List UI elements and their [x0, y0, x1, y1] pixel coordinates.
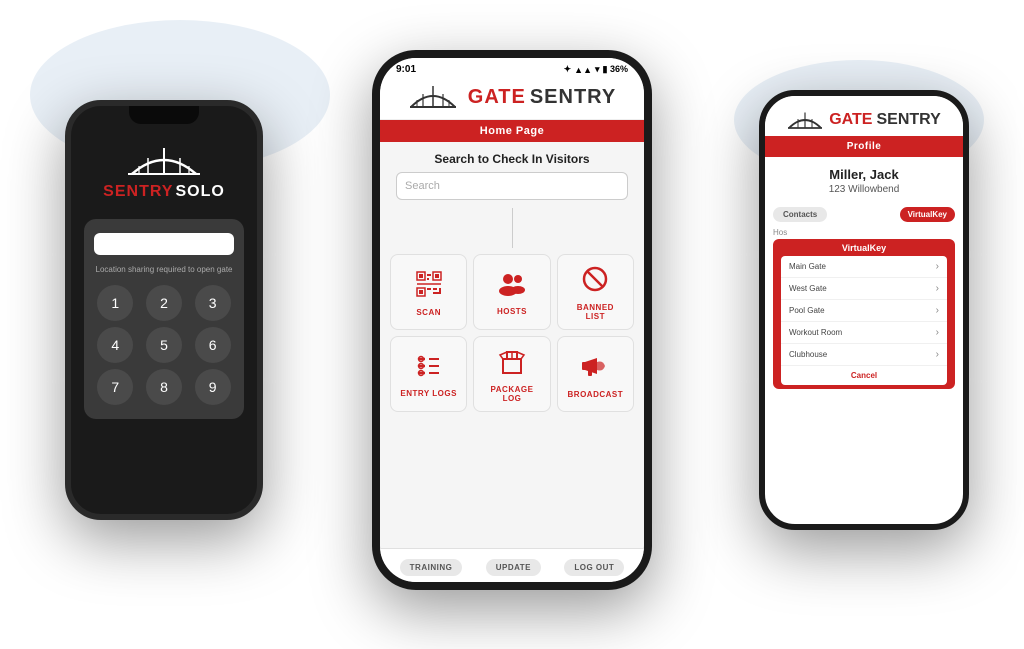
sentry-solo-brand: SENTRY SOLO: [103, 183, 225, 201]
vk-workout-room-label: Workout Room: [789, 328, 842, 337]
key-6[interactable]: 6: [195, 327, 231, 363]
hosts-icon: [497, 271, 527, 301]
search-title: Search to Check In Visitors: [380, 142, 644, 172]
sentry-label: SENTRY: [103, 183, 173, 201]
key-8[interactable]: 8: [146, 369, 182, 405]
phone-left: SENTRY SOLO Location sharing required to…: [65, 100, 263, 520]
app-tile-entry-logs[interactable]: ENTRY LOGS: [390, 336, 467, 412]
hosts-label: HOSTS: [497, 307, 527, 316]
right-sentry-label: SENTRY: [876, 111, 940, 129]
profile-info: Miller, Jack 123 Willowbend: [765, 157, 963, 201]
search-placeholder: Search: [405, 180, 440, 192]
vk-chevron-3: ›: [936, 305, 939, 316]
vk-item-workout-room[interactable]: Workout Room ›: [781, 322, 947, 344]
app-tile-broadcast[interactable]: BROADCAST: [557, 336, 634, 412]
wifi-icon: ▾: [595, 64, 600, 75]
search-box-container: Search: [380, 172, 644, 208]
gate-sentry-title: GATE SENTRY: [468, 86, 616, 109]
vk-main-gate-label: Main Gate: [789, 262, 826, 271]
profile-name: Miller, Jack: [773, 167, 955, 182]
logout-tab[interactable]: LOG OUT: [564, 559, 624, 576]
broadcast-icon: [581, 352, 609, 384]
battery-icon: ▮ 36%: [603, 64, 628, 75]
vk-item-west-gate[interactable]: West Gate ›: [781, 278, 947, 300]
bluetooth-icon: ✦: [564, 64, 572, 75]
right-gate-sentry: GATE SENTRY: [829, 111, 941, 129]
update-tab[interactable]: UPDATE: [486, 559, 541, 576]
key-3[interactable]: 3: [195, 285, 231, 321]
vk-item-pool-gate[interactable]: Pool Gate ›: [781, 300, 947, 322]
vk-clubhouse-label: Clubhouse: [789, 350, 827, 359]
key-4[interactable]: 4: [97, 327, 133, 363]
keypad-area: Location sharing required to open gate 1…: [84, 219, 244, 419]
vk-item-clubhouse[interactable]: Clubhouse ›: [781, 344, 947, 366]
sentry-label-center: SENTRY: [530, 86, 616, 109]
package-log-label: PACKAGELOG: [491, 385, 534, 403]
vk-chevron-4: ›: [936, 327, 939, 338]
signal-icon: ▲▲: [574, 65, 592, 75]
phone-center: 9:01 ✦ ▲▲ ▾ ▮ 36% GATE SENTRY: [372, 50, 652, 590]
time: 9:01: [396, 64, 416, 75]
tab-virtualkey[interactable]: VirtualKey: [900, 207, 955, 222]
vk-chevron-1: ›: [936, 261, 939, 272]
training-tab[interactable]: TRAINING: [400, 559, 463, 576]
left-logo-area: SENTRY SOLO: [103, 144, 225, 201]
vk-west-gate-label: West Gate: [789, 284, 827, 293]
key-9[interactable]: 9: [195, 369, 231, 405]
gate-label: GATE: [468, 86, 526, 109]
search-divider: [512, 208, 513, 248]
apps-grid: SCAN HOSTS: [380, 254, 644, 412]
entry-logs-icon: [415, 353, 443, 383]
key-7[interactable]: 7: [97, 369, 133, 405]
scan-icon: [415, 270, 443, 302]
entry-logs-label: ENTRY LOGS: [400, 389, 457, 398]
package-log-icon: [498, 347, 526, 379]
center-bridge-icon: [408, 83, 458, 111]
profile-tabs-row: Contacts VirtualKey: [765, 201, 963, 228]
virtualkey-panel: VirtualKey Main Gate › West Gate › Pool …: [773, 239, 955, 389]
keypad-input[interactable]: [94, 233, 234, 255]
left-bridge-icon: [124, 144, 204, 179]
profile-bar: Profile: [765, 136, 963, 157]
phone-right: GATE SENTRY Profile Miller, Jack 123 Wil…: [759, 90, 969, 530]
vk-list: Main Gate › West Gate › Pool Gate › Work…: [781, 256, 947, 385]
scene: SENTRY SOLO Location sharing required to…: [0, 0, 1024, 649]
app-tile-banned[interactable]: BANNEDLIST: [557, 254, 634, 330]
right-bridge-icon: [787, 110, 823, 130]
key-2[interactable]: 2: [146, 285, 182, 321]
vk-chevron-2: ›: [936, 283, 939, 294]
vk-item-main-gate[interactable]: Main Gate ›: [781, 256, 947, 278]
profile-address: 123 Willowbend: [773, 184, 955, 195]
status-icons: ✦ ▲▲ ▾ ▮ 36%: [564, 64, 628, 75]
key-1[interactable]: 1: [97, 285, 133, 321]
bottom-tabs: TRAINING UPDATE LOG OUT: [380, 548, 644, 582]
tab-contacts[interactable]: Contacts: [773, 207, 827, 222]
vk-cancel-button[interactable]: Cancel: [781, 366, 947, 385]
notch-left: [129, 106, 199, 124]
vk-pool-gate-label: Pool Gate: [789, 306, 825, 315]
solo-label: SOLO: [175, 183, 224, 201]
keypad-grid: 1 2 3 4 5 6 7 8 9: [94, 285, 234, 405]
status-bar: 9:01 ✦ ▲▲ ▾ ▮ 36%: [380, 58, 644, 75]
home-page-bar: Home Page: [380, 120, 644, 142]
app-tile-hosts[interactable]: HOSTS: [473, 254, 550, 330]
banned-icon: [581, 265, 609, 297]
virtualkey-panel-title: VirtualKey: [781, 243, 947, 253]
app-tile-scan[interactable]: SCAN: [390, 254, 467, 330]
broadcast-label: BROADCAST: [568, 390, 624, 399]
hosts-label-small: Hos: [765, 228, 963, 239]
banned-label: BANNEDLIST: [577, 303, 614, 321]
scan-label: SCAN: [416, 308, 441, 317]
vk-chevron-5: ›: [936, 349, 939, 360]
center-header: GATE SENTRY: [380, 75, 644, 120]
right-header: GATE SENTRY: [765, 96, 963, 136]
key-5[interactable]: 5: [146, 327, 182, 363]
right-gate-label: GATE: [829, 111, 872, 129]
search-input[interactable]: Search: [396, 172, 628, 200]
app-tile-package-log[interactable]: PACKAGELOG: [473, 336, 550, 412]
location-text: Location sharing required to open gate: [94, 265, 234, 275]
